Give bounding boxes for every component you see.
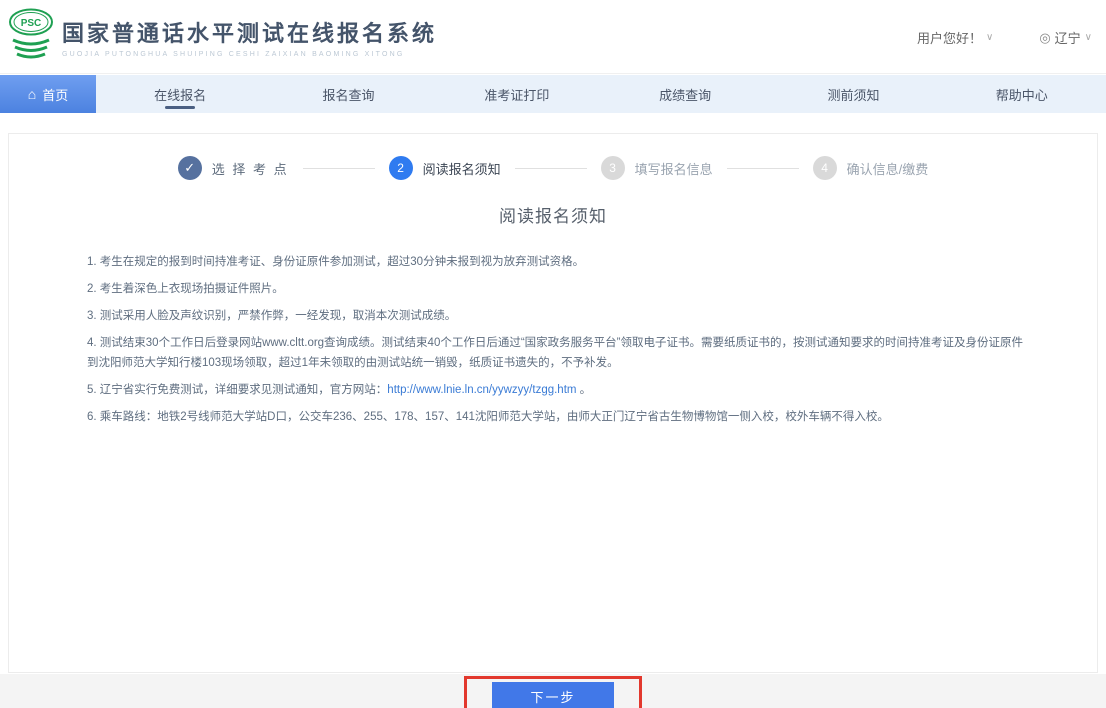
content-card: ✓ 选 择 考 点 2 阅读报名须知 3 填写报名信息 4 确认信息/缴费 阅读…: [8, 133, 1098, 673]
psc-logo-icon: PSC: [8, 8, 56, 64]
notice-item-5: 5. 辽宁省实行免费测试，详细要求见测试通知，官方网站：http://www.l…: [87, 380, 1032, 400]
header-right: 用户您好！ ∨ ◎ 辽宁 ∨: [917, 28, 1096, 47]
official-website-link[interactable]: http://www.lnie.ln.cn/yywzyy/tzgg.htm: [387, 384, 576, 396]
notice-5-suffix: 。: [576, 384, 591, 396]
registration-stepper: ✓ 选 择 考 点 2 阅读报名须知 3 填写报名信息 4 确认信息/缴费: [9, 156, 1097, 180]
next-step-button[interactable]: 下一步: [492, 682, 614, 708]
app-subtitle: GUOJIA PUTONGHUA SHUIPING CESHI ZAIXIAN …: [62, 51, 437, 58]
step-label: 选 择 考 点: [212, 159, 289, 178]
user-menu[interactable]: 用户您好！ ∨: [917, 28, 997, 47]
step-connector: [515, 168, 587, 169]
nav-item-score-query[interactable]: 成绩查询: [601, 75, 769, 113]
chevron-down-icon: ∨: [1085, 32, 1092, 43]
region-label: 辽宁: [1055, 28, 1081, 47]
nav-item-label: 报名查询: [322, 85, 374, 104]
svg-text:PSC: PSC: [21, 18, 42, 29]
active-underline: [165, 106, 195, 109]
step-select-test-site: ✓ 选 择 考 点: [178, 156, 289, 180]
notice-item-6: 6. 乘车路线：地铁2号线师范大学站D口，公交车236、255、178、157、…: [87, 407, 1032, 427]
brand: 国家普通话水平测试在线报名系统 GUOJIA PUTONGHUA SHUIPIN…: [62, 16, 437, 58]
nav-item-online-registration[interactable]: 在线报名: [96, 75, 264, 113]
nav-item-label: 准考证打印: [484, 85, 549, 104]
main-nav: ⌂ 首页 在线报名 报名查询 准考证打印 成绩查询 测前须知 帮助中心: [0, 75, 1106, 113]
notice-5-text: 5. 辽宁省实行免费测试，详细要求见测试通知，官方网站：: [87, 384, 387, 396]
nav-item-label: 帮助中心: [996, 85, 1048, 104]
nav-item-admission-ticket-print[interactable]: 准考证打印: [433, 75, 601, 113]
nav-item-label: 测前须知: [827, 85, 879, 104]
nav-items: 在线报名 报名查询 准考证打印 成绩查询 测前须知 帮助中心: [96, 75, 1106, 113]
nav-item-label: 在线报名: [154, 85, 206, 104]
page-title: 阅读报名须知: [9, 202, 1097, 227]
step-label: 填写报名信息: [635, 159, 713, 178]
step-fill-info: 3 填写报名信息: [601, 156, 713, 180]
step-circle: 3: [601, 156, 625, 180]
step-circle: 2: [389, 156, 413, 180]
home-icon: ⌂: [28, 87, 36, 101]
notice-item-3: 3. 测试采用人脸及声纹识别，严禁作弊，一经发现，取消本次测试成绩。: [87, 306, 1032, 326]
notice-item-4: 4. 测试结束30个工作日后登录网站www.cltt.org查询成绩。测试结束4…: [87, 333, 1032, 373]
page: PSC 国家普通话水平测试在线报名系统 GUOJIA PUTONGHUA SHU…: [0, 0, 1106, 708]
notice-item-1: 1. 考生在规定的报到时间持准考证、身份证原件参加测试，超过30分钟未报到视为放…: [87, 252, 1032, 272]
location-icon: ◎: [1039, 30, 1050, 46]
step-read-notice: 2 阅读报名须知: [389, 156, 501, 180]
step-confirm-payment: 4 确认信息/缴费: [813, 156, 929, 180]
nav-item-home[interactable]: ⌂ 首页: [0, 75, 96, 113]
user-greeting: 用户您好！: [917, 28, 982, 47]
nav-item-pretest-notice[interactable]: 测前须知: [769, 75, 937, 113]
step-connector: [727, 168, 799, 169]
step-circle: 4: [813, 156, 837, 180]
region-selector[interactable]: ◎ 辽宁 ∨: [1039, 28, 1096, 47]
app-title: 国家普通话水平测试在线报名系统: [62, 16, 437, 48]
nav-item-registration-query[interactable]: 报名查询: [264, 75, 432, 113]
step-label: 阅读报名须知: [423, 159, 501, 178]
check-icon: ✓: [178, 156, 202, 180]
notice-list: 1. 考生在规定的报到时间持准考证、身份证原件参加测试，超过30分钟未报到视为放…: [87, 252, 1032, 434]
chevron-down-icon: ∨: [986, 32, 993, 43]
step-label: 确认信息/缴费: [847, 159, 929, 178]
nav-item-label: 成绩查询: [659, 85, 711, 104]
nav-home-label: 首页: [42, 85, 68, 104]
step-connector: [303, 168, 375, 169]
notice-item-2: 2. 考生着深色上衣现场拍摄证件照片。: [87, 279, 1032, 299]
header: PSC 国家普通话水平测试在线报名系统 GUOJIA PUTONGHUA SHU…: [0, 0, 1106, 74]
nav-item-help-center[interactable]: 帮助中心: [938, 75, 1106, 113]
